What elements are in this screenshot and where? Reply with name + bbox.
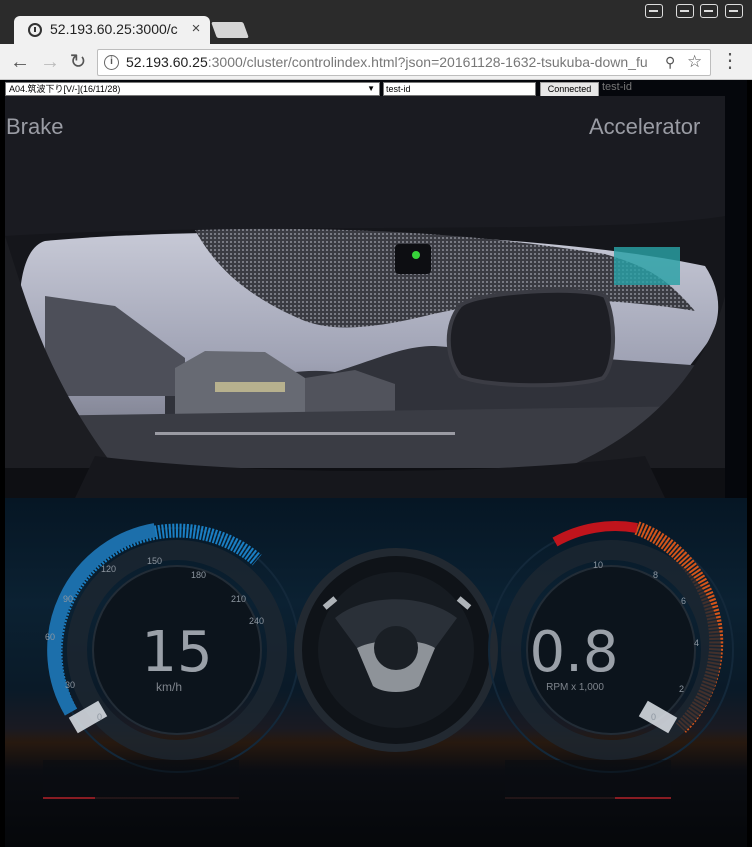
svg-text:210: 210 bbox=[231, 594, 246, 604]
svg-text:150: 150 bbox=[147, 556, 162, 566]
reload-icon[interactable]: ↻ bbox=[66, 50, 90, 74]
connect-button[interactable]: Connected bbox=[540, 82, 599, 97]
svg-text:90: 90 bbox=[63, 594, 73, 604]
svg-text:0: 0 bbox=[97, 712, 102, 722]
brake-label: Brake bbox=[6, 114, 64, 139]
menu-dots-icon[interactable]: ⋮ bbox=[720, 50, 740, 74]
speed-value: 15 bbox=[141, 620, 213, 685]
course-select[interactable]: A04.筑波下り[V/-](16/11/28) ▼ bbox=[5, 82, 380, 96]
window-maximize-button[interactable] bbox=[700, 4, 718, 18]
window-unmaximize-button[interactable] bbox=[676, 4, 694, 18]
new-tab-button[interactable] bbox=[211, 22, 249, 38]
svg-text:240: 240 bbox=[249, 616, 264, 626]
browser-tab[interactable]: 52.193.60.25:3000/c × bbox=[14, 16, 210, 44]
client-id-label: test-id bbox=[602, 81, 632, 93]
rpm-value: 0.8 bbox=[529, 620, 619, 685]
tab-strip: 52.193.60.25:3000/c × bbox=[0, 0, 752, 44]
page-favicon-icon bbox=[28, 23, 42, 37]
window-close-button[interactable] bbox=[725, 4, 743, 18]
bottom-graph-right bbox=[505, 760, 671, 799]
svg-text:10: 10 bbox=[593, 560, 603, 570]
svg-text:6: 6 bbox=[681, 596, 686, 606]
dashcam-image bbox=[5, 96, 725, 498]
accelerator-label: Accelerator bbox=[589, 114, 701, 139]
browser-toolbar: ← → ↻ i 52.193.60.25:3000/cluster/contro… bbox=[0, 44, 752, 80]
course-select-value: A04.筑波下り[V/-](16/11/28) bbox=[9, 84, 121, 94]
svg-text:2: 2 bbox=[679, 684, 684, 694]
address-bar[interactable]: i 52.193.60.25:3000/cluster/controlindex… bbox=[97, 49, 711, 76]
dropdown-arrow-icon: ▼ bbox=[367, 84, 375, 93]
svg-text:4: 4 bbox=[694, 638, 699, 648]
dashcam-view: Brake Accelerator bbox=[5, 96, 725, 498]
back-icon[interactable]: ← bbox=[8, 50, 32, 74]
svg-text:60: 60 bbox=[45, 632, 55, 642]
svg-text:8: 8 bbox=[653, 570, 658, 580]
url-text[interactable]: 52.193.60.25:3000/cluster/controlindex.h… bbox=[126, 54, 659, 72]
window-minimize-button[interactable] bbox=[645, 4, 663, 18]
instrument-cluster: 30 60 90 120 150 180 210 240 0 0 2 4 6 8… bbox=[5, 498, 747, 847]
rpm-unit: RPM x 1,000 bbox=[546, 682, 604, 693]
cluster-graphics: 30 60 90 120 150 180 210 240 0 0 2 4 6 8… bbox=[43, 521, 734, 799]
page-content: A04.筑波下り[V/-](16/11/28) ▼ test-id Connec… bbox=[5, 80, 747, 847]
url-host: 52.193.60.25 bbox=[126, 54, 208, 70]
bookmark-star-icon[interactable]: ☆ bbox=[687, 52, 705, 72]
tab-title: 52.193.60.25:3000/c bbox=[50, 21, 178, 37]
id-input[interactable]: test-id bbox=[383, 82, 536, 96]
svg-text:180: 180 bbox=[191, 570, 206, 580]
svg-text:0: 0 bbox=[651, 712, 656, 722]
steering-wheel-icon bbox=[294, 548, 498, 752]
close-tab-icon[interactable]: × bbox=[188, 20, 204, 38]
speed-unit: km/h bbox=[155, 680, 182, 694]
svg-text:120: 120 bbox=[101, 564, 116, 574]
accelerator-indicator bbox=[614, 247, 680, 285]
url-path: :3000/cluster/controlindex.html?json=201… bbox=[207, 54, 648, 70]
bottom-graph-left bbox=[43, 760, 239, 799]
site-info-icon[interactable]: i bbox=[104, 55, 119, 70]
svg-text:30: 30 bbox=[65, 680, 75, 690]
forward-icon[interactable]: → bbox=[38, 50, 62, 74]
zoom-icon[interactable]: ⚲ bbox=[665, 54, 681, 72]
